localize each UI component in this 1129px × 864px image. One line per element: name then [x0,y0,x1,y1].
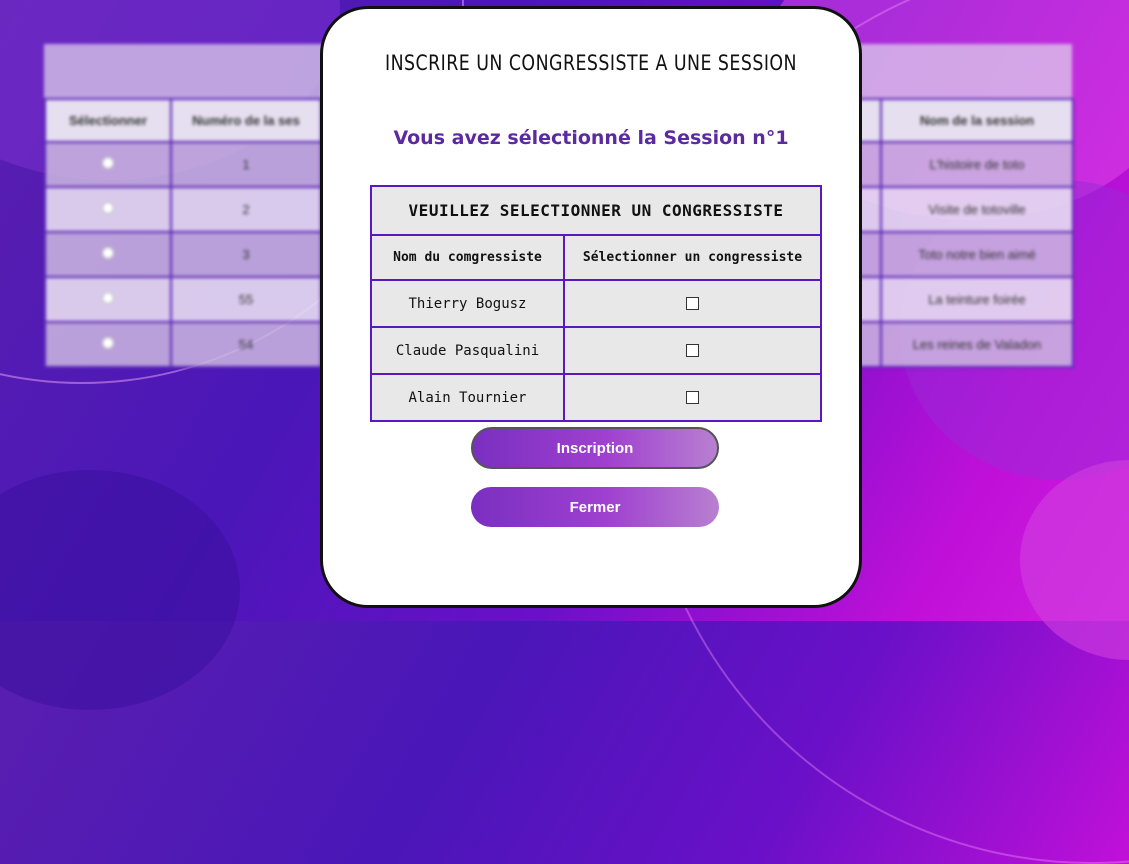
session-number: 54 [170,321,322,368]
session-radio[interactable] [102,247,114,259]
attendee-name: Alain Tournier [370,373,565,422]
session-name: Les reines de Valadon [880,321,1074,368]
table-row: Claude Pasqualini [370,326,823,375]
table-row: Alain Tournier [370,373,823,422]
attendee-name: Thierry Bogusz [370,279,565,328]
session-number: 55 [170,276,322,323]
bg-header-number: Numéro de la ses [170,98,322,143]
session-radio[interactable] [102,202,114,214]
table-row: Thierry Bogusz [370,279,823,328]
column-header-select: Sélectionner un congressiste [562,234,823,281]
session-number: 1 [170,141,322,188]
bg-header-select: Sélectionner [44,98,172,143]
session-name: L'histoire de toto [880,141,1074,188]
column-header-name: Nom du comgressiste [370,234,565,281]
session-name: La teinture foirée [880,276,1074,323]
registration-modal: INSCRIRE UN CONGRESSISTE A UNE SESSION V… [320,6,862,608]
attendee-checkbox[interactable] [686,344,699,357]
session-name: Toto notre bien aimé [880,231,1074,278]
session-radio[interactable] [102,337,114,349]
inscription-button[interactable]: Inscription [471,427,719,469]
session-radio[interactable] [102,292,114,304]
attendee-checkbox[interactable] [686,297,699,310]
attendee-name: Claude Pasqualini [370,326,565,375]
close-button[interactable]: Fermer [471,487,719,527]
selected-session-text: Vous avez sélectionné la Session n°1 [393,127,789,149]
attendee-table-title: VEUILLEZ SELECTIONNER UN CONGRESSISTE [369,185,823,236]
attendee-table: VEUILLEZ SELECTIONNER UN CONGRESSISTE No… [369,185,823,422]
session-radio[interactable] [102,157,114,169]
session-number: 3 [170,231,322,278]
session-number: 2 [170,186,322,233]
attendee-checkbox[interactable] [686,391,699,404]
bg-header-session-name: Nom de la session [880,98,1074,143]
modal-title: INSCRIRE UN CONGRESSISTE A UNE SESSION [384,51,798,75]
session-name: Visite de totoville [880,186,1074,233]
